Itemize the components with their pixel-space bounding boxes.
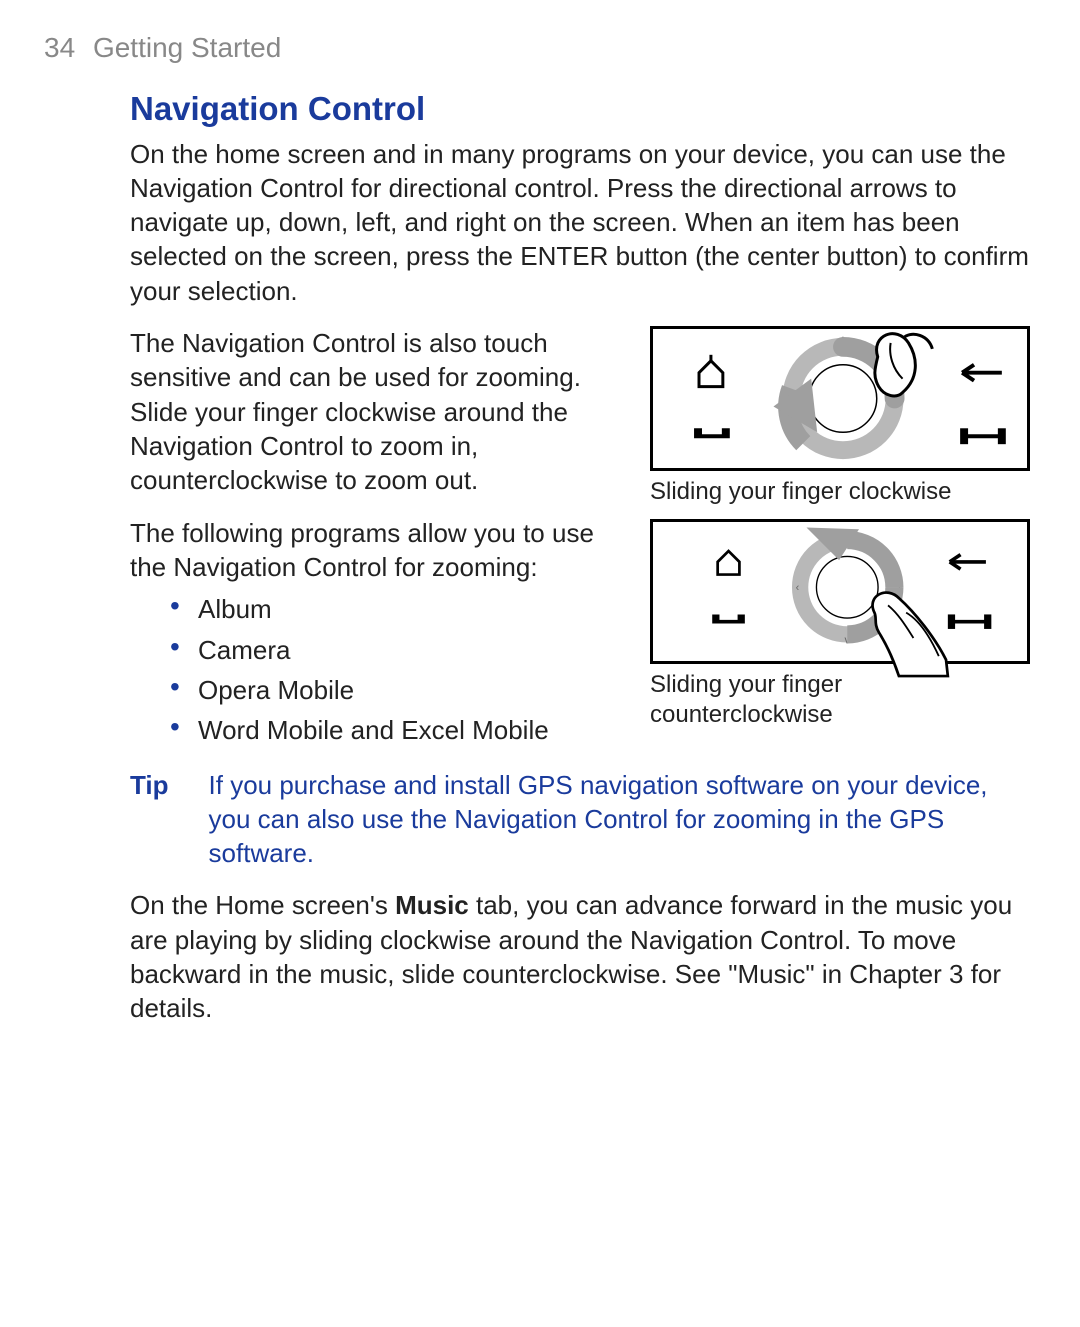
intro-paragraph: On the home screen and in many programs … bbox=[130, 137, 1030, 309]
finger-icon bbox=[873, 593, 948, 676]
list-item: Word Mobile and Excel Mobile bbox=[170, 713, 622, 747]
home-icon bbox=[699, 355, 723, 387]
music-bold: Music bbox=[395, 890, 469, 920]
call-icon bbox=[694, 428, 730, 438]
list-item: Opera Mobile bbox=[170, 673, 622, 707]
music-prefix: On the Home screen's bbox=[130, 890, 395, 920]
tip-text: If you purchase and install GPS navigati… bbox=[209, 768, 1030, 871]
finger-icon bbox=[875, 334, 932, 396]
programs-list: Album Camera Opera Mobile Word Mobile an… bbox=[130, 592, 622, 747]
end-call-icon bbox=[960, 428, 1006, 444]
music-paragraph: On the Home screen's Music tab, you can … bbox=[130, 888, 1030, 1025]
touch-paragraph: The Navigation Control is also touch sen… bbox=[130, 326, 622, 498]
chapter-title: Getting Started bbox=[93, 32, 281, 63]
section-title: Navigation Control bbox=[130, 87, 1030, 131]
figure-caption: Sliding your finger counterclockwise bbox=[650, 670, 1030, 730]
tip-block: Tip If you purchase and install GPS navi… bbox=[130, 768, 1030, 871]
list-item: Album bbox=[170, 592, 622, 626]
list-item: Camera bbox=[170, 633, 622, 667]
call-icon bbox=[712, 615, 745, 624]
home-icon bbox=[718, 551, 740, 575]
programs-intro: The following programs allow you to use … bbox=[130, 516, 622, 585]
figure-clockwise: ^ ‹ Sliding your finger bbox=[650, 326, 1030, 507]
clockwise-svg: ^ ‹ bbox=[653, 329, 1027, 468]
page-header: 34 Getting Started bbox=[40, 30, 1040, 67]
figure-caption: Sliding your finger clockwise bbox=[650, 477, 1030, 507]
back-arrow-icon bbox=[950, 555, 986, 570]
tip-label: Tip bbox=[130, 768, 169, 871]
counterclockwise-svg: ‹ › v bbox=[653, 522, 1027, 667]
left-tick-icon: ‹ bbox=[796, 582, 800, 594]
figure-counterclockwise: ‹ › v Slidin bbox=[650, 519, 1030, 730]
nav-control-illustration: ‹ › v bbox=[650, 519, 1030, 664]
nav-control-illustration: ^ ‹ bbox=[650, 326, 1030, 471]
end-call-icon bbox=[948, 615, 992, 630]
back-arrow-icon bbox=[962, 365, 1002, 381]
page-number: 34 bbox=[44, 30, 75, 67]
